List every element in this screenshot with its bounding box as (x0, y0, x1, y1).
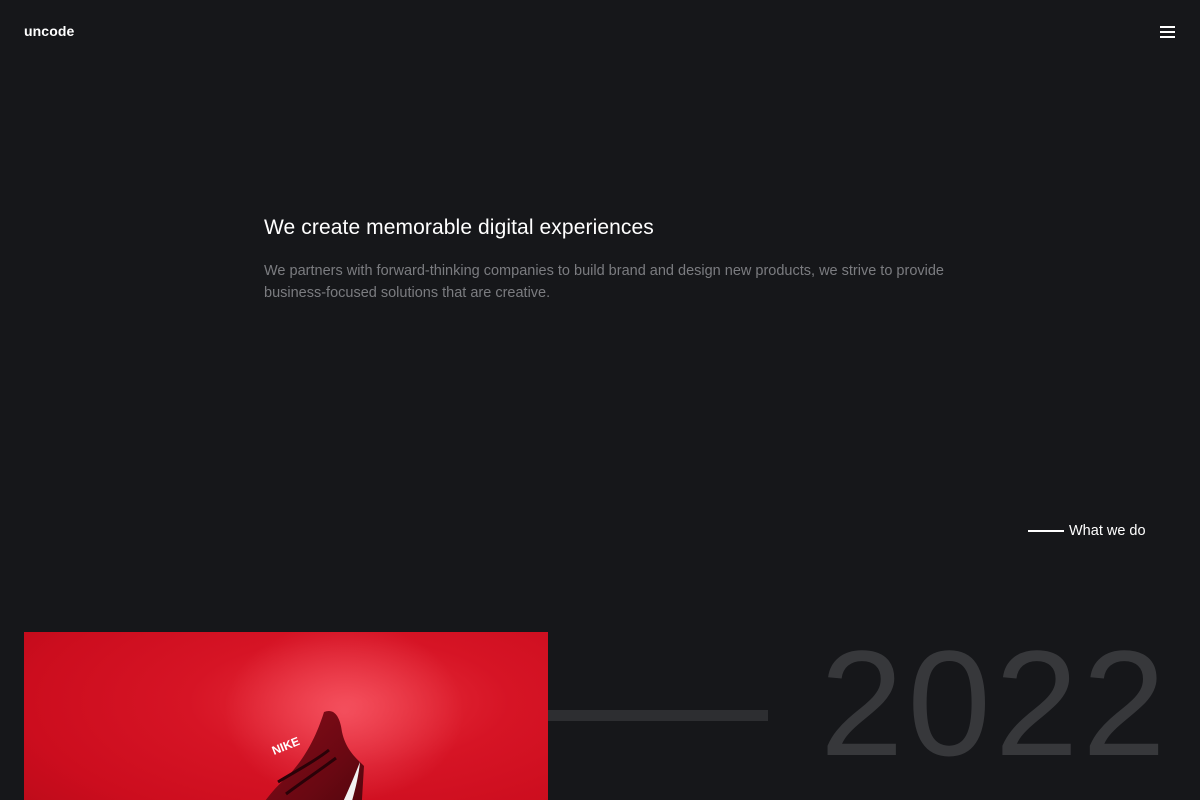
sneaker-image[interactable]: NIKE (24, 632, 548, 800)
year-divider-line (548, 710, 768, 721)
what-we-do-link[interactable]: What we do (1028, 520, 1146, 542)
hero-description: We partners with forward-thinking compan… (264, 263, 944, 301)
hero-title: We create memorable digital experiences (264, 216, 654, 239)
logo[interactable]: uncode (24, 23, 74, 39)
what-we-do-label: What we do (1069, 523, 1146, 539)
menu-bar (1160, 26, 1175, 28)
hamburger-menu-icon[interactable] (1160, 24, 1176, 38)
dash-line-icon (1028, 530, 1064, 532)
sneaker-illustration: NIKE (224, 632, 464, 800)
year-display: 2022 (820, 619, 1170, 787)
menu-bar (1160, 31, 1175, 33)
menu-bar (1160, 36, 1175, 38)
page: uncode We create memorable digital exper… (0, 0, 1200, 800)
